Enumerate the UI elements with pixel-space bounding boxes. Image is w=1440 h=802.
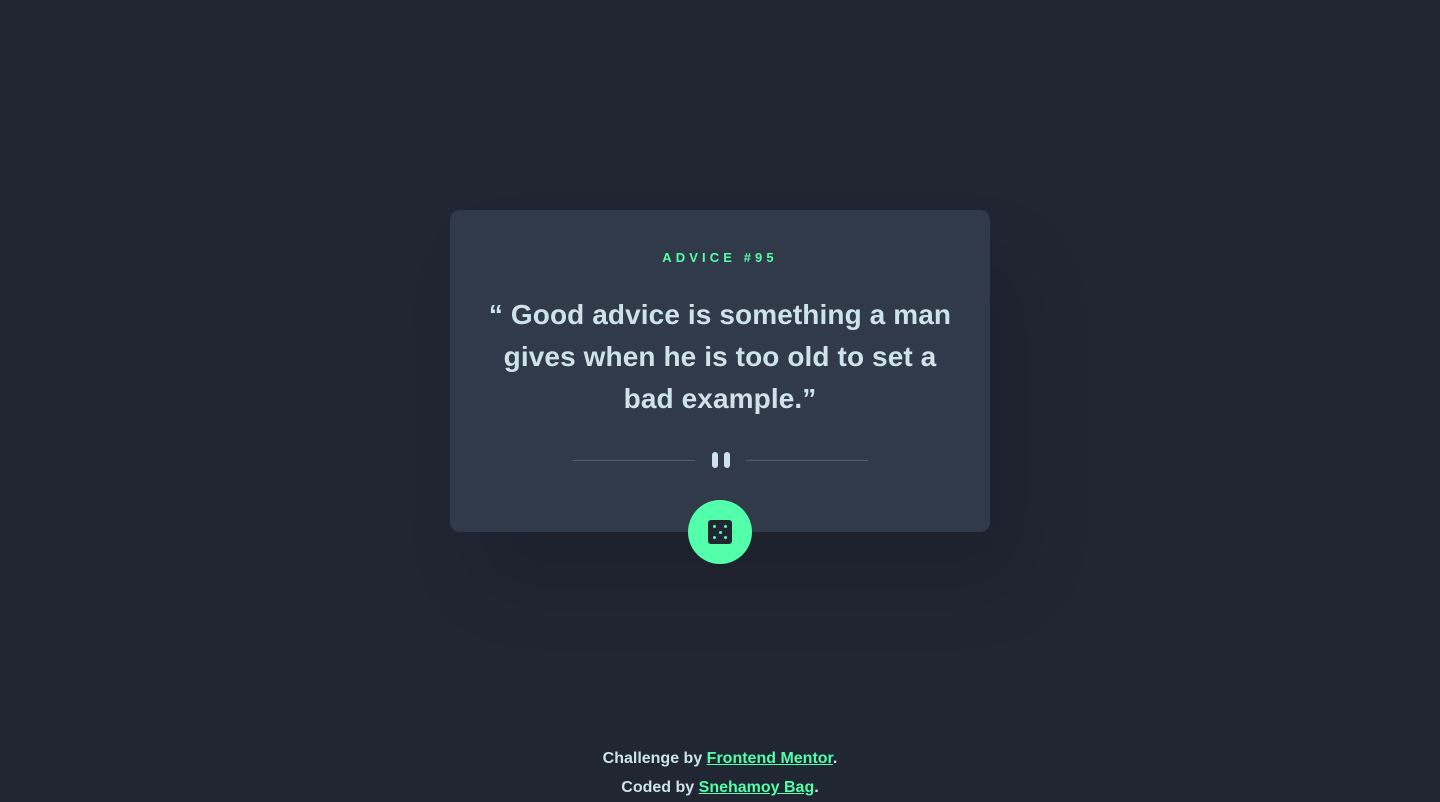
- attribution-line-challenge: Challenge by Frontend Mentor.: [0, 744, 1440, 773]
- attribution-footer: Challenge by Frontend Mentor. Coded by S…: [0, 744, 1440, 802]
- coded-prefix: Coded by: [621, 779, 699, 796]
- coded-suffix: .: [814, 779, 819, 796]
- advice-id-label: ADVICE #95: [662, 250, 778, 265]
- challenge-prefix: Challenge by: [602, 750, 707, 767]
- frontend-mentor-link[interactable]: Frontend Mentor: [707, 750, 833, 767]
- pattern-divider: [573, 451, 868, 469]
- generate-advice-button[interactable]: [688, 500, 752, 564]
- author-link[interactable]: Snehamoy Bag: [699, 779, 815, 796]
- divider-line-left: [573, 460, 695, 461]
- pause-icon: [711, 451, 731, 469]
- advice-card: ADVICE #95 “ Good advice is something a …: [450, 210, 990, 564]
- divider-line-right: [746, 460, 868, 461]
- advice-quote: “ Good advice is something a man gives w…: [488, 299, 952, 414]
- dice-icon: [708, 520, 732, 544]
- challenge-suffix: .: [832, 750, 838, 767]
- attribution-line-coded: Coded by Snehamoy Bag.: [0, 773, 1440, 802]
